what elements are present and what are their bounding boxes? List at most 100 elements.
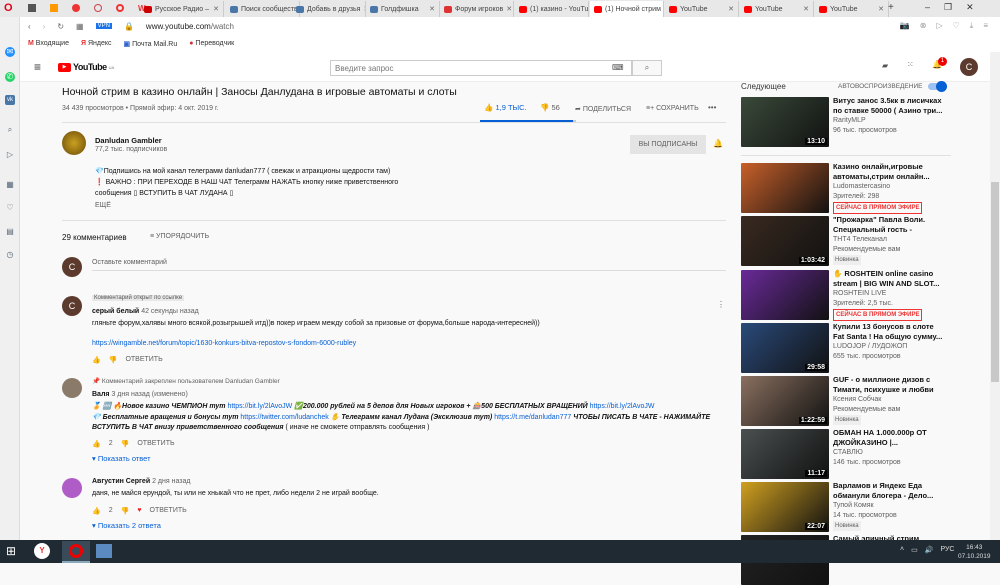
browser-tab[interactable]: (1) казино - YouTube✕ [515, 1, 589, 17]
related-video-title[interactable]: ОБМАН НА 1.000.000р ОТ ДЖОЙКАЗИНО |... [833, 428, 943, 448]
speed-dial-icon[interactable]: ▦ [76, 22, 84, 31]
history-icon[interactable]: ◷ [5, 250, 15, 260]
subscribed-button[interactable]: ВЫ ПОДПИСАНЫ [630, 135, 706, 154]
browser-tab[interactable]: Добавь в друзья✕ [292, 1, 366, 17]
download-icon[interactable]: ⤓ [970, 21, 974, 31]
browser-tab[interactable]: Русское Радио –✕ [140, 1, 224, 17]
comment-time[interactable]: 2 дня назад [152, 478, 190, 485]
bookmark-yandex[interactable]: Я Яндекс [81, 40, 112, 47]
flow-icon[interactable]: ▷ [5, 150, 15, 160]
network-icon[interactable]: ▭ [911, 546, 918, 554]
photos-taskbar-icon[interactable] [96, 544, 112, 558]
search-icon[interactable]: ⌕ [5, 125, 15, 135]
volume-icon[interactable]: 🔊 [925, 546, 934, 554]
url-field[interactable]: www.youtube.com/watch [146, 22, 234, 31]
back-icon[interactable]: ‹ [28, 22, 31, 31]
comment-link[interactable]: https://t.me/danludan777 [494, 414, 571, 421]
related-video-title[interactable]: Витус занос 3.5кк в лисичках по ставке 5… [833, 96, 943, 116]
comment-menu-icon[interactable]: ⋮ [717, 300, 725, 309]
thumbs-up-icon[interactable]: 👍 [92, 440, 101, 448]
channel-name[interactable]: Danludan Gambler [95, 136, 162, 145]
tab-close-icon[interactable]: ✕ [429, 5, 435, 13]
apps-icon[interactable]: ⁙ [907, 60, 914, 69]
channel-avatar[interactable] [62, 131, 86, 155]
share-button[interactable]: ➦ ПОДЕЛИТЬСЯ [575, 105, 631, 113]
related-video-info[interactable]: Варламов и Яндекс Еда обманули блогера -… [833, 481, 943, 531]
show-replies-button[interactable]: ▾ Показать 2 ответа [92, 521, 161, 530]
thumbs-up-icon[interactable]: 👍 [92, 507, 101, 515]
pinned-tabs[interactable]: W [28, 4, 146, 13]
reply-button[interactable]: ОТВЕТИТЬ [150, 507, 187, 515]
video-thumbnail[interactable]: 22:07 [741, 482, 829, 532]
menu-icon[interactable]: ≡ [983, 21, 988, 31]
video-thumbnail[interactable] [741, 163, 829, 213]
related-video-info[interactable]: GUF - о миллионе дизов с Тимати, психушк… [833, 375, 943, 425]
yandex-browser-icon[interactable]: Y [34, 543, 50, 559]
language-indicator[interactable]: РУС [940, 546, 954, 554]
window-controls[interactable]: – ❐ ✕ [925, 2, 974, 13]
opera-logo-icon[interactable]: O [4, 2, 13, 14]
thumbs-down-icon[interactable]: 👎 [121, 507, 130, 515]
reply-button[interactable]: ОТВЕТИТЬ [125, 356, 162, 364]
tab-close-icon[interactable]: ✕ [803, 5, 809, 13]
related-video-title[interactable]: ✋ ROSHTEIN online casino stream | BIG WI… [833, 269, 943, 289]
favorites-icon[interactable]: ♡ [5, 203, 15, 213]
related-video-title[interactable]: Варламов и Яндекс Еда обманули блогера -… [833, 481, 943, 501]
comment-author[interactable]: Августин Сергей [92, 478, 150, 485]
scrollbar[interactable] [990, 52, 1000, 540]
bookmark-translator[interactable]: ● Переводчик [189, 40, 234, 47]
comment-author[interactable]: Валя [92, 391, 109, 398]
tray-arrow-icon[interactable]: ˄ [900, 546, 904, 554]
video-thumbnail[interactable]: 1:22:59 [741, 376, 829, 426]
comment-link[interactable]: https://bit.ly/2lAvoJW [590, 403, 655, 410]
vk-icon[interactable]: vk [5, 95, 15, 105]
user-avatar[interactable]: C [960, 58, 978, 76]
browser-tab[interactable]: YouTube✕ [815, 1, 889, 17]
thumbs-up-icon[interactable]: 👍 [92, 356, 101, 364]
speed-dial-icon[interactable]: ▦ [5, 180, 15, 190]
minimize-icon[interactable]: – [925, 2, 930, 13]
hamburger-icon[interactable]: ≡ [34, 60, 41, 74]
comment-avatar[interactable]: С [62, 296, 82, 316]
related-video-title[interactable]: Купили 13 бонусов в слоте Fat Santa ! На… [833, 322, 943, 342]
notification-bell-icon[interactable]: 🔔 [713, 139, 723, 148]
whatsapp-icon[interactable]: ✆ [5, 72, 15, 82]
comment-avatar[interactable] [62, 378, 82, 398]
close-icon[interactable]: ✕ [966, 2, 974, 13]
clock[interactable]: 16:4307.10.2019 [958, 543, 991, 561]
bookmark-mail[interactable]: ▣ Почта Mail.Ru [124, 40, 178, 48]
video-thumbnail[interactable]: 11:17 [741, 429, 829, 479]
browser-tab[interactable]: YouTube✕ [665, 1, 739, 17]
vpn-badge[interactable]: VPN [96, 23, 112, 29]
tab-close-icon[interactable]: ✕ [878, 5, 884, 13]
browser-tab[interactable]: Поиск сообществ✕ [226, 1, 300, 17]
reply-button[interactable]: ОТВЕТИТЬ [137, 440, 174, 448]
show-replies-button[interactable]: ▾ Показать ответ [92, 454, 151, 463]
comment-time[interactable]: 42 секунды назад [141, 308, 199, 315]
comment-author[interactable]: серый белый [92, 308, 139, 315]
comment-time[interactable]: 3 дня назад (изменено) [111, 391, 187, 398]
new-tab-button[interactable]: + [888, 2, 894, 13]
related-video-title[interactable]: "Прожарка" Павла Воли. Специальный гость… [833, 215, 943, 235]
video-thumbnail[interactable]: 1:03:42 [741, 216, 829, 266]
more-actions-icon[interactable]: ••• [708, 103, 716, 112]
snapshot-icon[interactable]: 📷 [900, 21, 910, 31]
like-button[interactable]: 👍 1,9 ТЫС. [484, 103, 527, 112]
camera-upload-icon[interactable]: ▰ [882, 61, 888, 70]
search-button[interactable]: ⌕ [632, 60, 662, 76]
related-video-info[interactable]: Купили 13 бонусов в слоте Fat Santa ! На… [833, 322, 943, 362]
maximize-icon[interactable]: ❐ [944, 2, 952, 13]
video-thumbnail[interactable]: 29:58 [741, 323, 829, 373]
comment-link[interactable]: https://wingamble.net/forum/topic/1630-k… [92, 340, 356, 347]
adblock-icon[interactable]: ⊗ [920, 21, 927, 31]
dislike-button[interactable]: 👎 56 [540, 103, 560, 112]
browser-tab[interactable]: (1) Ночной стрим✕ [590, 1, 664, 17]
add-comment-input[interactable]: Оставьте комментарий [92, 259, 726, 271]
autoplay-toggle[interactable] [928, 83, 946, 90]
heart-icon[interactable]: ♡ [953, 21, 960, 31]
youtube-logo[interactable]: ▶ YouTubeUA [58, 62, 114, 72]
browser-tab[interactable]: YouTube✕ [740, 1, 814, 17]
send-icon[interactable]: ▷ [936, 21, 942, 31]
reload-icon[interactable]: ↻ [57, 22, 64, 31]
news-icon[interactable]: ▤ [5, 227, 15, 237]
